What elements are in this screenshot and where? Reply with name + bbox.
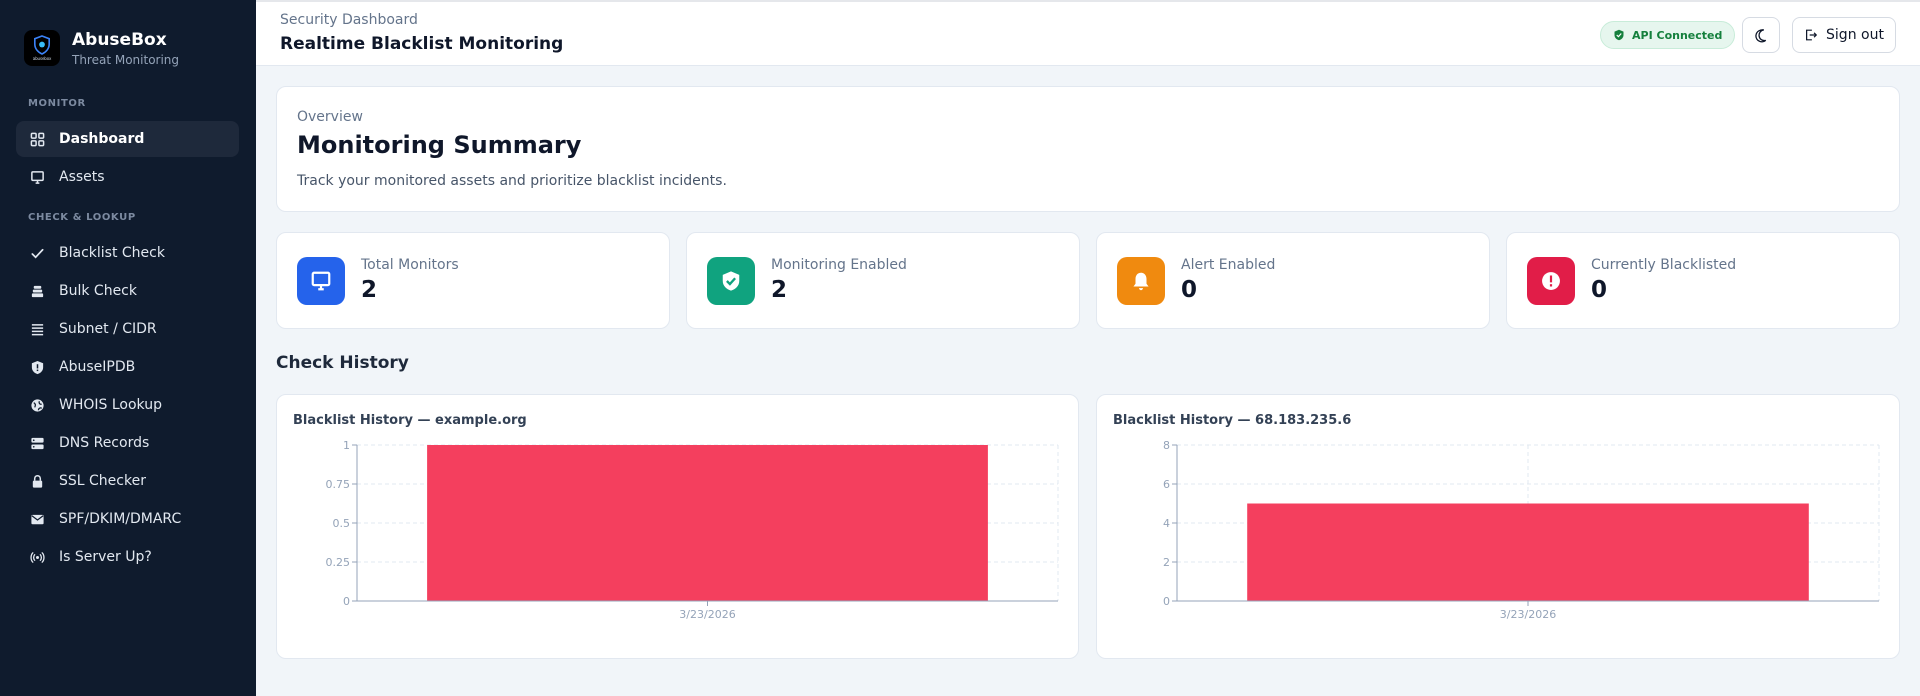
shield-icon: [31, 360, 44, 374]
y-tick-label: 8: [1163, 439, 1170, 452]
logo-wordmark: abusebox: [32, 56, 52, 61]
brand-name: AbuseBox: [72, 29, 167, 50]
y-tick-label: 0: [1163, 595, 1170, 608]
y-tick-label: 0.5: [333, 517, 351, 530]
stat-value: 0: [1181, 277, 1198, 303]
brand: abusebox AbuseBox Threat Monitoring: [0, 0, 256, 96]
sidebar-item-label: SSL Checker: [59, 473, 146, 489]
grid-icon: [30, 132, 45, 146]
brand-logo: abusebox: [24, 30, 60, 66]
stat-icon-bg: [1117, 257, 1165, 305]
logo-shield-icon: [33, 35, 51, 55]
stat-label: Monitoring Enabled: [771, 257, 907, 273]
bar: [427, 445, 988, 601]
brand-subtitle: Threat Monitoring: [72, 52, 180, 67]
bar-chart-example-org: 0 0.25 0.5 0.75 1 3/23/2026: [326, 439, 1059, 621]
monitor-icon: [311, 271, 331, 291]
stat-icon-bg: [1527, 257, 1575, 305]
stat-value: 2: [361, 277, 378, 303]
stat-icon-bg: [707, 257, 755, 305]
sidebar-item-abuseipdb[interactable]: AbuseIPDB: [16, 349, 239, 385]
y-tick-label: 4: [1163, 517, 1170, 530]
sidebar-item-blacklist-check[interactable]: Blacklist Check: [16, 235, 239, 271]
sidebar-item-label: Is Server Up?: [59, 549, 152, 565]
chart-title: Blacklist History — example.org: [293, 413, 527, 428]
stat-label: Currently Blacklisted: [1591, 257, 1737, 273]
server-icon: [31, 437, 44, 449]
sidebar-item-label: DNS Records: [59, 435, 150, 451]
bell-icon: [1133, 272, 1149, 291]
sidebar-item-assets[interactable]: Assets: [16, 159, 239, 195]
sidebar-item-label: Dashboard: [59, 131, 145, 147]
sidebar-item-label: Blacklist Check: [59, 245, 165, 261]
moon-icon: [1754, 28, 1766, 42]
stat-card-currently-blacklisted: Currently Blacklisted 0: [1506, 232, 1900, 329]
sidebar-item-bulk-check[interactable]: Bulk Check: [16, 273, 239, 309]
overview-label: Overview: [297, 109, 363, 125]
y-tick-label: 0.25: [326, 556, 351, 569]
check-history-title: Check History: [276, 353, 409, 373]
alert-icon: [1542, 272, 1560, 290]
stat-label: Alert Enabled: [1181, 257, 1276, 273]
chart-title: Blacklist History — 68.183.235.6: [1113, 413, 1352, 428]
theme-toggle-button[interactable]: [1742, 17, 1780, 53]
stat-card-total-monitors: Total Monitors 2: [276, 232, 670, 329]
stat-label: Total Monitors: [361, 257, 459, 273]
chart-card-example-org: Blacklist History — example.org 0 0.25 0.5…: [276, 394, 1079, 659]
sidebar-item-whois-lookup[interactable]: WHOIS Lookup: [16, 387, 239, 423]
stat-icon-bg: [297, 257, 345, 305]
y-tick-label: 1: [343, 439, 350, 452]
chart-card-ip: Blacklist History — 68.183.235.6 0 2 4 6 8 3/…: [1096, 394, 1900, 659]
sidebar-item-label: AbuseIPDB: [59, 359, 136, 375]
check-icon: [31, 248, 44, 258]
api-status-text: API Connected: [1632, 28, 1723, 42]
monitor-icon: [31, 170, 44, 184]
breadcrumb: Security Dashboard: [280, 12, 418, 28]
lock-icon: [32, 474, 43, 488]
sign-out-icon: [1806, 29, 1818, 41]
shield-check-icon: [722, 271, 740, 291]
sidebar-item-label: WHOIS Lookup: [59, 397, 162, 413]
overview-description: Track your monitored assets and prioriti…: [297, 173, 727, 189]
sidebar-item-spf-dkim-dmarc[interactable]: SPF/DKIM/DMARC: [16, 501, 239, 537]
globe-icon: [31, 398, 44, 412]
list-icon: [31, 323, 44, 335]
sidebar-item-dashboard[interactable]: Dashboard: [16, 121, 239, 157]
bar-chart-ip: 0 2 4 6 8 3/23/2026: [1163, 439, 1880, 621]
sidebar-item-label: Subnet / CIDR: [59, 321, 157, 337]
page-title: Realtime Blacklist Monitoring: [280, 34, 564, 54]
sidebar-item-label: SPF/DKIM/DMARC: [59, 511, 182, 527]
x-tick-label: 3/23/2026: [679, 608, 735, 621]
overview-card: Overview Monitoring Summary Track your m…: [276, 86, 1900, 212]
api-status-badge: API Connected: [1600, 21, 1736, 49]
broadcast-icon: [30, 551, 45, 563]
y-tick-label: 0: [343, 595, 350, 608]
section-label-check-lookup: CHECK & LOOKUP: [28, 212, 136, 223]
section-label-monitor: MONITOR: [28, 98, 86, 109]
sidebar-item-label: Bulk Check: [59, 283, 137, 299]
sidebar-item-ssl-checker[interactable]: SSL Checker: [16, 463, 239, 499]
sidebar-item-subnet-cidr[interactable]: Subnet / CIDR: [16, 311, 239, 347]
sidebar-item-is-server-up[interactable]: Is Server Up?: [16, 539, 239, 575]
sidebar-item-label: Assets: [59, 169, 105, 185]
overview-title: Monitoring Summary: [297, 131, 582, 159]
stat-card-monitoring-enabled: Monitoring Enabled 2: [686, 232, 1080, 329]
layers-icon: [31, 285, 44, 297]
mail-icon: [31, 514, 44, 524]
stat-value: 0: [1591, 277, 1608, 303]
x-tick-label: 3/23/2026: [1500, 608, 1556, 621]
sign-out-label: Sign out: [1826, 27, 1884, 43]
stat-card-alert-enabled: Alert Enabled 0: [1096, 232, 1490, 329]
sign-out-button[interactable]: Sign out: [1792, 17, 1896, 53]
sidebar-item-dns-records[interactable]: DNS Records: [16, 425, 239, 461]
y-tick-label: 6: [1163, 478, 1170, 491]
y-tick-label: 2: [1163, 556, 1170, 569]
y-tick-label: 0.75: [326, 478, 351, 491]
bar: [1247, 503, 1809, 601]
stat-value: 2: [771, 277, 788, 303]
sidebar: abusebox AbuseBox Threat Monitoring MONI…: [0, 0, 256, 696]
shield-check-icon: [1614, 29, 1624, 41]
top-header: Security Dashboard Realtime Blacklist Mo…: [256, 0, 1920, 66]
